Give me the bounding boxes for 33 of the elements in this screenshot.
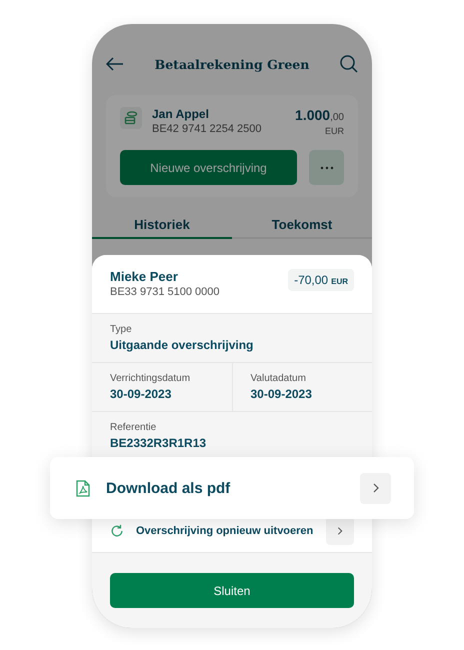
field-value: Uitgaande overschrijving (110, 338, 254, 352)
field-value: BE2332R3R1R13 (110, 436, 208, 450)
action-label: Overschrijving opnieuw uitvoeren (136, 525, 314, 538)
more-dots-icon (320, 166, 334, 170)
field-value: 30-09-2023 (110, 386, 172, 401)
account-balance: 1.000,00 (295, 107, 344, 123)
search-icon[interactable] (340, 55, 358, 73)
recipient-account: BE33 9731 5100 0000 (110, 286, 220, 298)
field-label: Verrichtingsdatum (110, 372, 192, 384)
field-label: Valutadatum (250, 372, 307, 384)
refresh-icon (110, 524, 124, 538)
more-button[interactable] (309, 150, 344, 185)
close-button[interactable]: Sluiten (110, 573, 354, 608)
account-number: BE42 9741 2254 2500 (152, 123, 262, 135)
page-title: Betaalrekening Green (154, 56, 310, 72)
new-transfer-button[interactable]: Nieuwe overschrijving (120, 150, 297, 185)
currency-label: EUR (324, 126, 344, 136)
download-label: Download als pdf (106, 480, 232, 496)
field-label: Type (110, 324, 133, 335)
coins-icon (120, 107, 142, 129)
chevron-button[interactable] (360, 472, 391, 504)
tab[interactable]: Toekomst (232, 211, 372, 239)
back-arrow-icon[interactable] (106, 57, 124, 71)
field-value: 30-09-2023 (250, 386, 313, 401)
amount-badge: -70,00 EUR (288, 269, 354, 291)
recipient-name: Mieke Peer (110, 269, 179, 284)
chevron-button[interactable] (326, 517, 354, 546)
download-card[interactable]: Download als pdf (50, 457, 414, 519)
tab[interactable]: Historiek (92, 211, 232, 239)
pdf-file-icon (76, 480, 90, 496)
field-label: Referentie (110, 422, 158, 433)
chevron-right-icon (335, 526, 345, 536)
account-holder: Jan Appel (152, 107, 210, 121)
